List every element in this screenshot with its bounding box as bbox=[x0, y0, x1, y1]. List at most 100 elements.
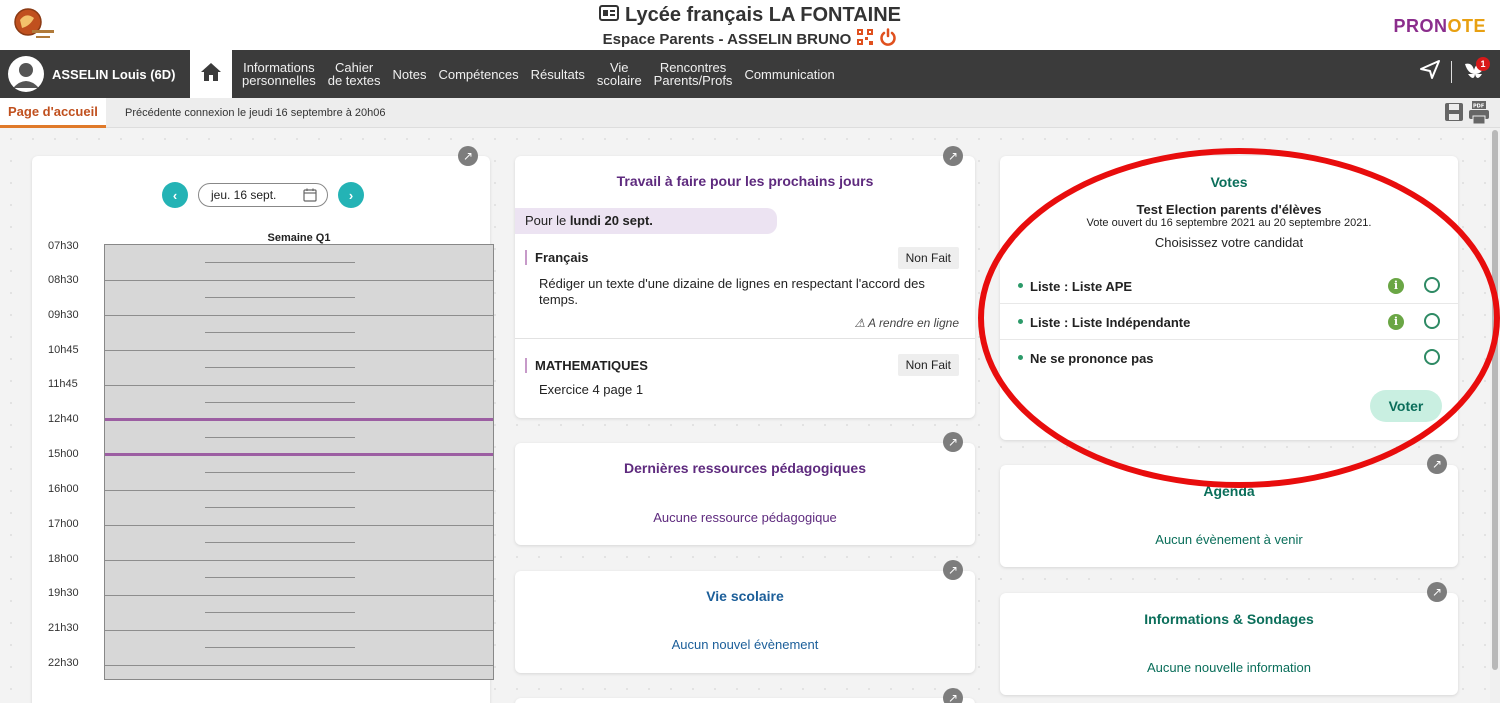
vie-scolaire-empty: Aucun nouvel évènement bbox=[671, 637, 819, 652]
nav-item-resultats[interactable]: Résultats bbox=[525, 68, 591, 81]
status-badge[interactable]: Non Fait bbox=[897, 247, 959, 269]
due-date-pill: Pour le lundi 20 sept. bbox=[515, 208, 777, 234]
breadcrumb: Page d'accueil Précédente connexion le j… bbox=[0, 98, 1500, 128]
home-icon bbox=[200, 62, 222, 87]
nav-item-communication[interactable]: Communication bbox=[738, 68, 840, 81]
info-icon[interactable]: i bbox=[1388, 278, 1404, 294]
hour-label: 09h30 bbox=[48, 309, 79, 321]
vie-scolaire-title: Vie scolaire bbox=[706, 588, 784, 604]
id-card-icon bbox=[599, 4, 619, 27]
hour-label: 17h00 bbox=[48, 518, 79, 530]
timetable-card: ‹ jeu. 16 sept. › Semaine Q1 07h30 08h30… bbox=[32, 156, 494, 703]
votes-card: Votes Test Election parents d'élèves Vot… bbox=[1000, 156, 1458, 440]
pdf-print-icon[interactable]: PDF bbox=[1468, 101, 1490, 130]
logout-power-icon[interactable] bbox=[879, 28, 897, 50]
hour-label: 12h40 bbox=[48, 413, 79, 425]
hour-label: 19h30 bbox=[48, 587, 79, 599]
warning-icon: ⚠ bbox=[854, 316, 866, 330]
current-time-line bbox=[105, 453, 493, 456]
vie-scolaire-card: Vie scolaire Aucun nouvel évènement bbox=[515, 571, 975, 673]
main-navigation: ASSELIN Louis (6D) Informations personne… bbox=[0, 50, 1500, 98]
school-title: Lycée français LA FONTAINE bbox=[625, 4, 901, 26]
expand-informations-button[interactable]: ↗ bbox=[1427, 582, 1447, 602]
date-picker[interactable]: jeu. 16 sept. bbox=[198, 183, 328, 207]
nav-item-informations[interactable]: Informations personnelles bbox=[236, 61, 322, 87]
nav-item-competences[interactable]: Compétences bbox=[432, 68, 524, 81]
info-icon[interactable]: i bbox=[1388, 314, 1404, 330]
current-time-line bbox=[105, 418, 493, 421]
submit-online-note[interactable]: ⚠ A rendre en ligne bbox=[854, 316, 959, 330]
pronote-logo: PRONOTE bbox=[1393, 16, 1486, 36]
save-icon[interactable] bbox=[1444, 101, 1464, 130]
hour-label: 11h45 bbox=[48, 378, 78, 390]
hour-label: 15h00 bbox=[48, 448, 79, 460]
hour-label: 22h30 bbox=[48, 657, 79, 669]
vote-radio[interactable] bbox=[1424, 313, 1440, 329]
expand-resources-button[interactable]: ↗ bbox=[943, 432, 963, 452]
hour-label: 07h30 bbox=[48, 240, 79, 252]
top-header: Lycée français LA FONTAINE Espace Parent… bbox=[0, 0, 1500, 50]
expand-agenda-button[interactable]: ↗ bbox=[1427, 454, 1447, 474]
resources-title: Dernières ressources pédagogiques bbox=[624, 460, 866, 476]
expand-next-button[interactable]: ↗ bbox=[943, 688, 963, 703]
resources-empty: Aucune ressource pédagogique bbox=[653, 510, 837, 525]
nav-item-cahier-de-textes[interactable]: Cahier de textes bbox=[322, 61, 387, 87]
expand-timetable-button[interactable]: ↗ bbox=[458, 146, 478, 166]
agenda-title: Agenda bbox=[1203, 483, 1255, 499]
previous-day-button[interactable]: ‹ bbox=[162, 182, 188, 208]
send-message-icon[interactable] bbox=[1419, 58, 1441, 85]
school-header: Lycée français LA FONTAINE Espace Parent… bbox=[0, 4, 1500, 50]
expand-vie-scolaire-button[interactable]: ↗ bbox=[943, 560, 963, 580]
hour-label: 08h30 bbox=[48, 274, 79, 286]
nav-item-rencontres[interactable]: Rencontres Parents/Profs bbox=[648, 61, 739, 87]
notifications-icon[interactable]: 1 bbox=[1462, 56, 1490, 84]
page-scrollbar[interactable] bbox=[1490, 128, 1500, 703]
nav-menu: Informations personnelles Cahier de text… bbox=[236, 50, 841, 98]
vote-submit-button[interactable]: Voter bbox=[1370, 390, 1442, 422]
vote-radio[interactable] bbox=[1424, 349, 1440, 365]
resources-card: Dernières ressources pédagogiques Aucune… bbox=[515, 443, 975, 545]
chevron-right-icon: › bbox=[348, 187, 354, 203]
dashboard-content: ‹ jeu. 16 sept. › Semaine Q1 07h30 08h30… bbox=[0, 128, 1490, 703]
informations-card: Informations & Sondages Aucune nouvelle … bbox=[1000, 593, 1458, 695]
week-label: Semaine Q1 bbox=[267, 232, 331, 244]
due-date: lundi 20 sept. bbox=[569, 213, 653, 228]
svg-text:PDF: PDF bbox=[1473, 104, 1484, 110]
status-badge[interactable]: Non Fait bbox=[897, 354, 959, 376]
nav-item-notes[interactable]: Notes bbox=[386, 68, 432, 81]
homework-text: Rédiger un texte d'une dizaine de lignes… bbox=[539, 276, 925, 307]
chevron-left-icon: ‹ bbox=[172, 187, 178, 203]
qr-code-icon[interactable] bbox=[857, 29, 874, 49]
expand-homework-button[interactable]: ↗ bbox=[943, 146, 963, 166]
votes-title: Votes bbox=[1210, 174, 1248, 190]
hour-label: 18h00 bbox=[48, 553, 79, 565]
avatar bbox=[8, 56, 44, 92]
home-button[interactable] bbox=[190, 50, 232, 98]
student-name: ASSELIN Louis (6D) bbox=[52, 66, 176, 82]
vote-option[interactable]: Liste : Liste APE i bbox=[1000, 268, 1458, 304]
next-card bbox=[515, 698, 975, 703]
hour-label: 10h45 bbox=[48, 344, 79, 356]
nav-item-vie-scolaire[interactable]: Vie scolaire bbox=[591, 61, 648, 87]
next-day-button[interactable]: › bbox=[338, 182, 364, 208]
date-value: jeu. 16 sept. bbox=[211, 188, 277, 202]
vote-option[interactable]: Ne se prononce pas bbox=[1000, 340, 1458, 376]
election-name: Test Election parents d'élèves bbox=[1136, 202, 1322, 217]
notification-badge: 1 bbox=[1476, 56, 1490, 71]
vote-radio[interactable] bbox=[1424, 277, 1440, 293]
student-selector[interactable]: ASSELIN Louis (6D) bbox=[8, 54, 176, 94]
vote-option[interactable]: Liste : Liste Indépendante i bbox=[1000, 304, 1458, 340]
homework-subject: Français bbox=[525, 250, 588, 265]
informations-title: Informations & Sondages bbox=[1144, 611, 1314, 627]
agenda-empty: Aucun évènement à venir bbox=[1155, 532, 1303, 547]
homework-text: Exercice 4 page 1 bbox=[539, 382, 644, 397]
calendar-icon bbox=[303, 188, 317, 205]
homework-title: Travail à faire pour les prochains jours bbox=[616, 173, 874, 189]
homework-card: Travail à faire pour les prochains jours… bbox=[515, 156, 975, 418]
hour-label: 21h30 bbox=[48, 622, 79, 634]
tab-page-accueil[interactable]: Page d'accueil bbox=[0, 98, 106, 128]
timetable-grid[interactable] bbox=[104, 244, 494, 680]
agenda-card: Agenda Aucun évènement à venir bbox=[1000, 465, 1458, 567]
previous-connection-text: Précédente connexion le jeudi 16 septemb… bbox=[125, 107, 386, 119]
vote-instruction: Choisissez votre candidat bbox=[1154, 235, 1304, 250]
